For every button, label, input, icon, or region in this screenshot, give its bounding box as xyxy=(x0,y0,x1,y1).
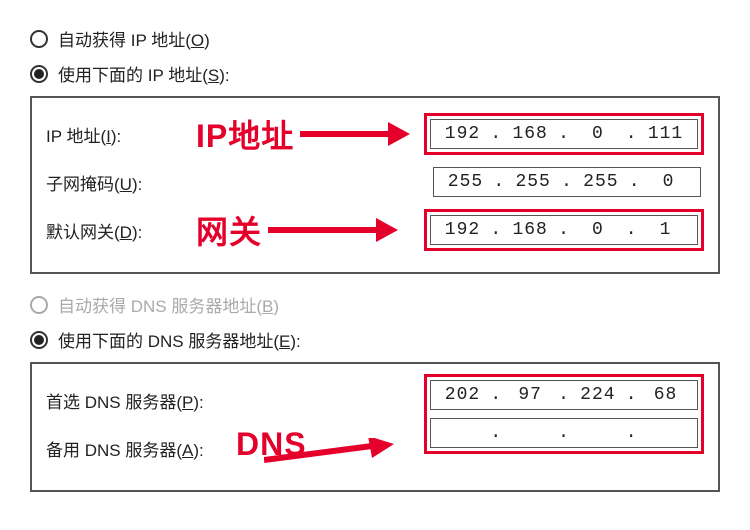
ip-manual-option[interactable]: 使用下面的 IP 地址(S): xyxy=(30,61,720,86)
arrow-icon xyxy=(268,216,398,244)
dns-manual-option[interactable]: 使用下面的 DNS 服务器地址(E): xyxy=(30,327,720,352)
ip-address-label: IP 地址(I): xyxy=(46,122,196,147)
subnet-mask-row: 子网掩码(U): 255. 255. 255. 0 xyxy=(46,160,704,204)
radio-icon xyxy=(30,296,48,314)
dns-auto-option[interactable]: 自动获得 DNS 服务器地址(B) xyxy=(30,292,720,317)
alternate-dns-input[interactable]: . . . xyxy=(430,418,698,448)
ip-highlight: 192. 168. 0. 111 xyxy=(424,113,704,155)
subnet-mask-input[interactable]: 255. 255. 255. 0 xyxy=(433,167,701,197)
ip-fieldset: IP 地址(I): IP地址 192. 168. 0. 111 子网掩码(U): xyxy=(30,96,720,274)
arrow-icon xyxy=(300,120,410,148)
arrow-icon xyxy=(264,438,394,466)
preferred-dns-label: 首选 DNS 服务器(P): xyxy=(46,388,246,413)
gateway-row: 默认网关(D): 网关 192. 168. 0. 1 xyxy=(46,208,704,252)
preferred-dns-input[interactable]: 202. 97. 224. 68 xyxy=(430,380,698,410)
ip-address-input[interactable]: 192. 168. 0. 111 xyxy=(430,119,698,149)
alternate-dns-label: 备用 DNS 服务器(A): xyxy=(46,436,246,461)
subnet-mask-label: 子网掩码(U): xyxy=(46,170,196,195)
dns-fieldset: 首选 DNS 服务器(P): 备用 DNS 服务器(A): DNS 202. 9… xyxy=(30,362,720,492)
dns-manual-label: 使用下面的 DNS 服务器地址(E): xyxy=(58,327,301,352)
radio-icon xyxy=(30,65,48,83)
dns-auto-label: 自动获得 DNS 服务器地址(B) xyxy=(58,292,279,317)
ip-auto-option[interactable]: 自动获得 IP 地址(O) xyxy=(30,26,720,51)
ip-manual-label: 使用下面的 IP 地址(S): xyxy=(58,61,230,86)
gateway-input[interactable]: 192. 168. 0. 1 xyxy=(430,215,698,245)
annotation-ip: IP地址 xyxy=(196,111,294,157)
ip-address-row: IP 地址(I): IP地址 192. 168. 0. 111 xyxy=(46,112,704,156)
annotation-gateway: 网关 xyxy=(196,207,262,253)
gateway-highlight: 192. 168. 0. 1 xyxy=(424,209,704,251)
gateway-label: 默认网关(D): xyxy=(46,218,196,243)
ip-auto-label: 自动获得 IP 地址(O) xyxy=(58,26,210,51)
dns-highlight: 202. 97. 224. 68 . . . xyxy=(424,374,704,454)
radio-icon xyxy=(30,30,48,48)
radio-icon xyxy=(30,331,48,349)
